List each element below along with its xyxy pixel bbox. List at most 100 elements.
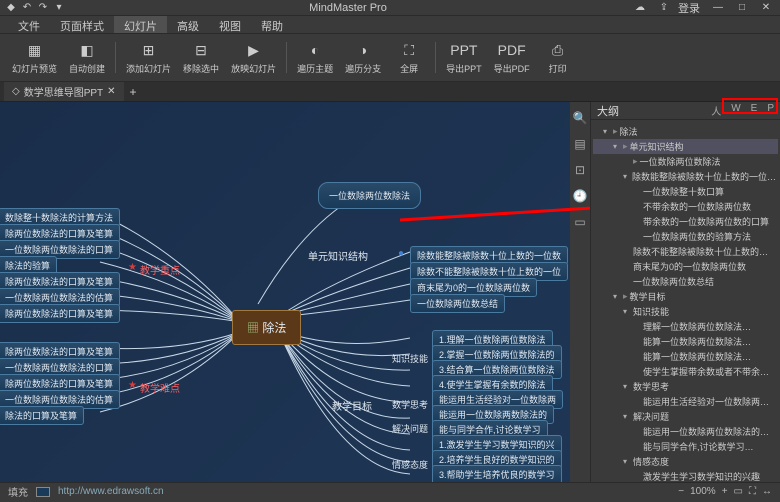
fill-swatch[interactable] bbox=[36, 487, 50, 497]
status-link[interactable]: http://www.edrawsoft.cn bbox=[58, 486, 164, 497]
fullscreen-icon[interactable]: ⛶ bbox=[749, 486, 756, 497]
outline-item[interactable]: 能运用生活经验对一位数除两… bbox=[593, 394, 778, 409]
outline-item[interactable]: ▾数学思考 bbox=[593, 379, 778, 394]
outline-item[interactable]: ▾▸单元知识结构 bbox=[593, 139, 778, 154]
mindmap-node[interactable]: 除两位数除法的口算及笔算 bbox=[0, 304, 120, 323]
ribbon-添加幻灯片[interactable]: ⊞添加幻灯片 bbox=[122, 38, 175, 77]
menu-item-5[interactable]: 帮助 bbox=[251, 16, 293, 33]
branch-label-ul[interactable]: 教学重点 bbox=[140, 262, 180, 277]
logo-icon: ◆ bbox=[4, 1, 18, 15]
outline-item[interactable]: ▾除数能整除被除数十位上数的一位… bbox=[593, 169, 778, 184]
fit-icon[interactable]: ↔ bbox=[762, 486, 772, 497]
ribbon-放映幻灯片[interactable]: ▶放映幻灯片 bbox=[227, 38, 280, 77]
menu-item-0[interactable]: 文件 bbox=[8, 16, 50, 33]
panel-title: 大纲 bbox=[597, 103, 619, 119]
outline-tree[interactable]: ▾▸除法▾▸单元知识结构▸一位数除两位数除法▾除数能整除被除数十位上数的一位…一… bbox=[591, 120, 780, 482]
bubble-node[interactable]: 一位数除两位数除法 bbox=[318, 182, 421, 209]
outline-item[interactable]: 能与同学合作,讨论数学习… bbox=[593, 439, 778, 454]
ribbon-icon: ▶ bbox=[244, 40, 264, 60]
ribbon-icon: ◑ bbox=[353, 40, 373, 60]
branch-label-ur[interactable]: 单元知识结构 bbox=[308, 248, 368, 263]
undo-icon[interactable]: ↶ bbox=[20, 1, 34, 15]
star-icon: ★ bbox=[128, 380, 137, 391]
doc-icon: ◇ bbox=[12, 86, 20, 97]
tab-close-icon[interactable]: ✕ bbox=[107, 86, 115, 97]
redo-icon[interactable]: ↷ bbox=[36, 1, 50, 15]
outline-item[interactable]: ▾解决问题 bbox=[593, 409, 778, 424]
sublabel-kt[interactable]: 知识技能 bbox=[392, 352, 428, 365]
branch-label-ll[interactable]: 教学难点 bbox=[140, 380, 180, 395]
ribbon-幻灯片预览[interactable]: ▦幻灯片预览 bbox=[8, 38, 61, 77]
ribbon-自动创建[interactable]: ◧自动创建 bbox=[65, 38, 109, 77]
outline-item[interactable]: 一位数除两位数总结 bbox=[593, 274, 778, 289]
new-tab-button[interactable]: + bbox=[124, 85, 143, 99]
magnify-icon[interactable]: 🔍 bbox=[572, 110, 588, 126]
cloud-icon[interactable]: ☁ bbox=[630, 1, 650, 15]
attach-icon[interactable]: ⊡ bbox=[572, 162, 588, 178]
outline-item[interactable]: 使学生掌握带余数或者不带余… bbox=[593, 364, 778, 379]
ribbon-导出PDF[interactable]: PDF导出PDF bbox=[490, 38, 534, 77]
login-button[interactable]: 登录 bbox=[678, 0, 700, 16]
menu-item-3[interactable]: 高级 bbox=[167, 16, 209, 33]
ribbon-icon: ⛶ bbox=[399, 40, 419, 60]
ribbon-icon: ⊟ bbox=[191, 40, 211, 60]
sublabel-qt[interactable]: 情感态度 bbox=[392, 458, 428, 471]
outline-item[interactable]: ▾知识技能 bbox=[593, 304, 778, 319]
ribbon-全屏[interactable]: ⛶全屏 bbox=[389, 38, 429, 77]
outline-item[interactable]: ▸一位数除两位数除法 bbox=[593, 154, 778, 169]
star-icon: ★ bbox=[128, 262, 137, 273]
outline-item[interactable]: 除数不能整除被除数十位上数的… bbox=[593, 244, 778, 259]
outline-item[interactable]: ▾情感态度 bbox=[593, 454, 778, 469]
slide-icon[interactable]: ▭ bbox=[572, 214, 588, 230]
sublabel-jw[interactable]: 解决问题 bbox=[392, 422, 428, 435]
ribbon-icon: ◧ bbox=[77, 40, 97, 60]
close-icon[interactable]: ✕ bbox=[756, 1, 776, 15]
app-title: MindMaster Pro bbox=[309, 2, 387, 14]
outline-item[interactable]: 能算一位数除两位数除法… bbox=[593, 334, 778, 349]
ribbon-icon: ▦ bbox=[25, 40, 45, 60]
star-icon: ● bbox=[398, 248, 404, 259]
center-node[interactable]: ▦ 除法 bbox=[232, 310, 301, 345]
clipboard-icon[interactable]: ▤ bbox=[572, 136, 588, 152]
ribbon-打印[interactable]: ⎙打印 bbox=[538, 38, 578, 77]
ribbon-导出PPT[interactable]: PPT导出PPT bbox=[442, 38, 486, 77]
history-icon[interactable]: 🕘 bbox=[572, 188, 588, 204]
branch-label-lr[interactable]: 教学目标 bbox=[332, 398, 372, 413]
menu-item-2[interactable]: 幻灯片 bbox=[114, 16, 167, 33]
ribbon-遍历分支[interactable]: ◑遍历分支 bbox=[341, 38, 385, 77]
mindmap-canvas[interactable]: ▦ 除法 一位数除两位数除法 ★ 教学重点 ★ 教学难点 单元知识结构 ● 教学… bbox=[0, 102, 590, 482]
ribbon-icon: PDF bbox=[502, 40, 522, 60]
menu-item-4[interactable]: 视图 bbox=[209, 16, 251, 33]
status-fill-label: 填充 bbox=[8, 484, 28, 499]
tab-label: 数学思维导图PPT bbox=[24, 84, 103, 99]
ribbon-移除选中[interactable]: ⊟移除选中 bbox=[179, 38, 223, 77]
outline-item[interactable]: 能算一位数除两位数除法… bbox=[593, 349, 778, 364]
outline-item[interactable]: 一位数除整十数口算 bbox=[593, 184, 778, 199]
qat-dropdown-icon[interactable]: ▾ bbox=[52, 1, 66, 15]
outline-item[interactable]: ▾▸除法 bbox=[593, 124, 778, 139]
ribbon-icon: ◐ bbox=[305, 40, 325, 60]
outline-item[interactable]: 激发学生学习数学知识的兴趣 bbox=[593, 469, 778, 482]
mindmap-node[interactable]: 3.帮助学生培养优良的数学习 bbox=[432, 465, 562, 482]
ribbon-遍历主题[interactable]: ◐遍历主题 bbox=[293, 38, 337, 77]
document-tab[interactable]: ◇ 数学思维导图PPT ✕ bbox=[4, 82, 124, 101]
menu-item-1[interactable]: 页面样式 bbox=[50, 16, 114, 33]
zoom-in-icon[interactable]: + bbox=[722, 486, 728, 497]
mindmap-node[interactable]: 一位数除两位数总结 bbox=[410, 294, 505, 313]
ribbon-icon: ⎙ bbox=[548, 40, 568, 60]
mindmap-node[interactable]: 除法的口算及笔算 bbox=[0, 406, 84, 425]
minimize-icon[interactable]: — bbox=[708, 1, 728, 15]
maximize-icon[interactable]: □ bbox=[732, 1, 752, 15]
outline-item[interactable]: 商末尾为0的一位数除两位数 bbox=[593, 259, 778, 274]
outline-item[interactable]: 带余数的一位数除两位数的口算 bbox=[593, 214, 778, 229]
view-mode-icon[interactable]: ▭ bbox=[734, 486, 743, 497]
outline-item[interactable]: 一位数除两位数的验算方法 bbox=[593, 229, 778, 244]
outline-item[interactable]: ▾▸教学目标 bbox=[593, 289, 778, 304]
sublabel-st[interactable]: 数学思考 bbox=[392, 398, 428, 411]
outline-item[interactable]: 能运用一位数除两位数除法的… bbox=[593, 424, 778, 439]
outline-item[interactable]: 理解一位数除两位数除法… bbox=[593, 319, 778, 334]
share-icon[interactable]: ⇪ bbox=[654, 1, 674, 15]
zoom-out-icon[interactable]: − bbox=[678, 486, 684, 497]
outline-item[interactable]: 不带余数的一位数除两位数 bbox=[593, 199, 778, 214]
panel-header-icon-人[interactable]: 人 bbox=[711, 103, 721, 118]
